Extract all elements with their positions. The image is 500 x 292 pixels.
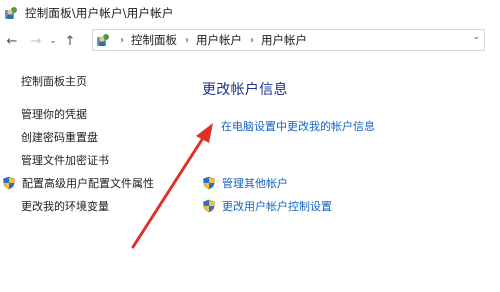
back-arrow-icon[interactable]: ← <box>4 31 20 51</box>
sidebar-item-credentials[interactable]: 管理你的凭据 <box>21 106 87 122</box>
sidebar-item-label: 配置高级用户配置文件属性 <box>22 177 154 190</box>
breadcrumb-control-panel[interactable]: 控制面板 <box>131 32 177 48</box>
sidebar-item-encryption-certificates[interactable]: 管理文件加密证书 <box>21 152 109 168</box>
sidebar-item-password-reset-disk[interactable]: 创建密码重置盘 <box>21 129 98 145</box>
address-bar[interactable]: › 控制面板 › 用户帐户 › 用户帐户 ⌄ <box>92 29 485 51</box>
uac-shield-icon <box>203 176 215 190</box>
uac-settings-label: 更改用户帐户控制设置 <box>222 200 332 213</box>
forward-arrow-icon[interactable]: → <box>28 31 44 51</box>
chevron-down-icon[interactable]: ⌄ <box>48 31 58 51</box>
pc-settings-account-link[interactable]: 在电脑设置中更改我的帐户信息 <box>221 118 375 134</box>
chevron-right-icon: › <box>250 34 254 46</box>
uac-shield-icon <box>3 176 15 190</box>
title-bar: 控制面板\用户帐户\用户帐户 <box>0 0 500 26</box>
chevron-right-icon: › <box>185 34 189 46</box>
sidebar-item-home[interactable]: 控制面板主页 <box>21 73 87 89</box>
manage-other-accounts-label: 管理其他帐户 <box>222 177 288 190</box>
breadcrumb-user-accounts-current[interactable]: 用户帐户 <box>261 32 307 48</box>
manage-other-accounts-link[interactable]: 管理其他帐户 <box>202 175 288 191</box>
sidebar: 控制面板主页 管理你的凭据 创建密码重置盘 管理文件加密证书 配置高级用户配置文… <box>0 60 190 292</box>
chevron-right-icon: › <box>120 34 124 46</box>
page-title: 更改帐户信息 <box>202 82 288 98</box>
up-arrow-icon[interactable]: ↑ <box>62 31 78 51</box>
main-content: 更改帐户信息 在电脑设置中更改我的帐户信息 管理其他帐户 更改用户帐户控制设置 <box>190 60 500 292</box>
sidebar-item-advanced-profile[interactable]: 配置高级用户配置文件属性 <box>2 175 154 191</box>
window-title: 控制面板\用户帐户\用户帐户 <box>25 6 174 20</box>
sidebar-item-environment-variables[interactable]: 更改我的环境变量 <box>21 198 109 214</box>
navigation-bar: ← → ⌄ ↑ › 控制面板 › 用户帐户 › 用户帐户 ⌄ <box>0 28 500 54</box>
uac-settings-link[interactable]: 更改用户帐户控制设置 <box>202 198 332 214</box>
breadcrumb-user-accounts[interactable]: 用户帐户 <box>196 32 242 48</box>
chevron-down-icon[interactable]: ⌄ <box>472 32 480 42</box>
user-accounts-icon <box>97 34 109 46</box>
uac-shield-icon <box>203 199 215 213</box>
user-accounts-icon <box>5 7 17 19</box>
